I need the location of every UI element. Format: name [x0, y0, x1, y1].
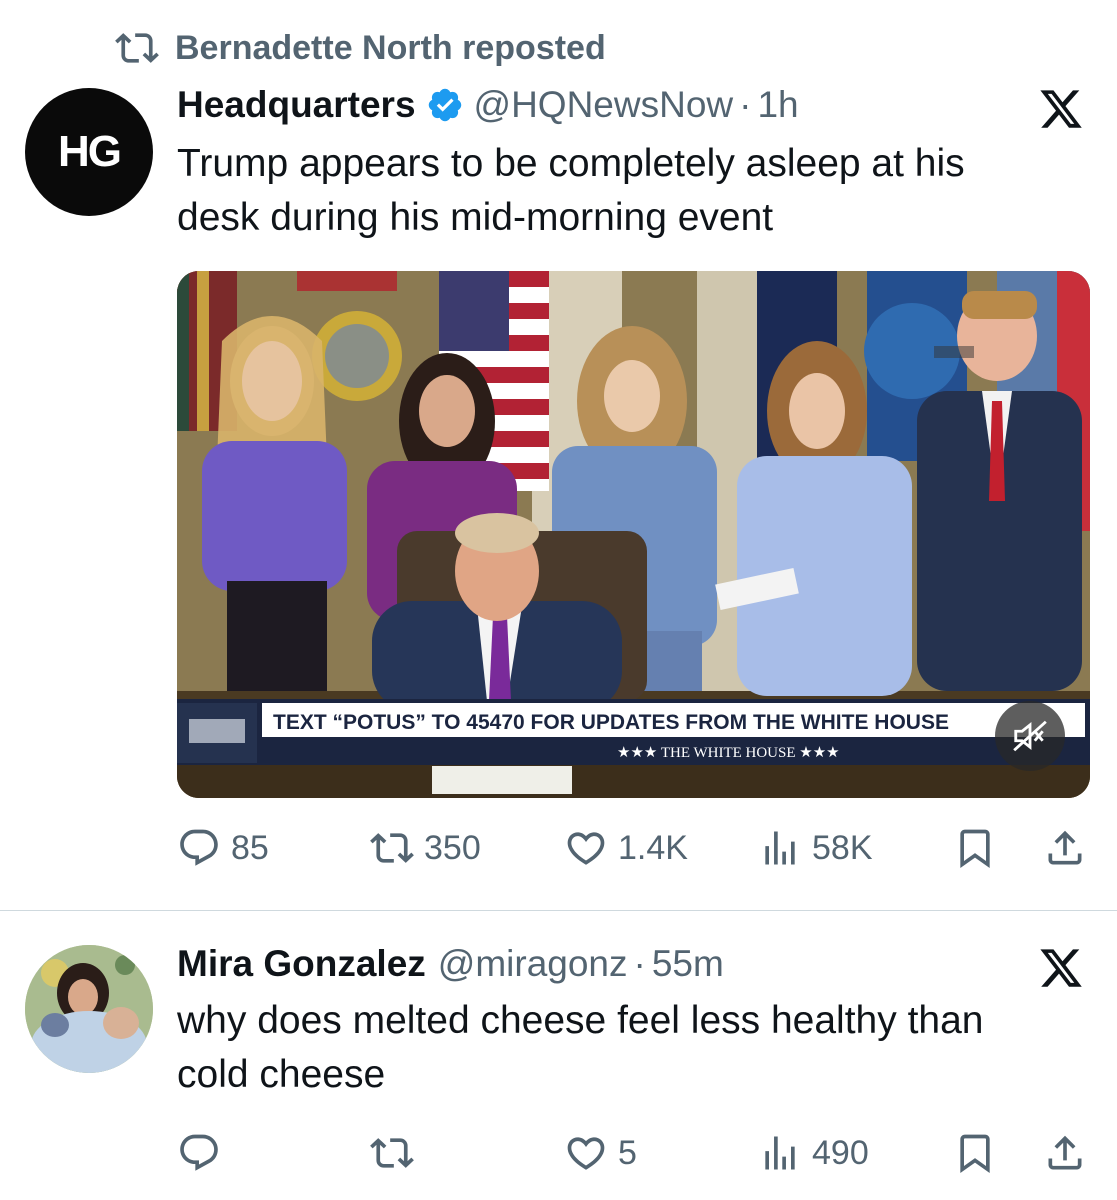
- tweet-header: Mira Gonzalez @miragonz · 55m: [177, 943, 724, 985]
- like-count: 5: [618, 1133, 637, 1172]
- tweet-text-line-2: cold cheese: [177, 1053, 386, 1096]
- share-icon[interactable]: [1043, 1131, 1087, 1175]
- tweet-text-line-2: desk during his mid-morning event: [177, 196, 774, 239]
- like-button[interactable]: 5: [564, 1131, 637, 1175]
- repost-header[interactable]: Bernadette North reposted: [115, 26, 606, 70]
- repost-count: 350: [424, 828, 481, 867]
- tweet-actions: 85 350 1.4K 58K: [0, 821, 1117, 875]
- tweet-timestamp[interactable]: 55m: [652, 943, 724, 985]
- author-name[interactable]: Mira Gonzalez: [177, 943, 426, 985]
- like-button[interactable]: 1.4K: [564, 826, 688, 870]
- views-button[interactable]: 490: [758, 1131, 869, 1175]
- repost-text: Bernadette North reposted: [175, 28, 606, 67]
- reply-button[interactable]: [177, 1131, 231, 1175]
- views-bar-chart-icon: [765, 831, 795, 865]
- tweet-divider: [0, 910, 1117, 911]
- video-banner-subtext: ★★★ THE WHITE HOUSE ★★★: [617, 745, 840, 761]
- tweet-actions: 5 490: [0, 1126, 1117, 1180]
- tweet-header: Headquarters @HQNewsNow · 1h: [177, 84, 799, 126]
- views-count: 490: [812, 1133, 869, 1172]
- repost-icon: [370, 833, 414, 863]
- repost-button[interactable]: [370, 1131, 424, 1175]
- video-frame: TEXT “POTUS” TO 45470 FOR UPDATES FROM T…: [177, 271, 1090, 798]
- bookmark-icon[interactable]: [953, 1131, 997, 1175]
- bookmark-icon[interactable]: [953, 826, 997, 870]
- avatar-logo-text: HG: [58, 127, 122, 176]
- heart-icon: [567, 1137, 605, 1170]
- tweet-timestamp[interactable]: 1h: [757, 84, 798, 126]
- x-logo-icon: [1040, 949, 1082, 987]
- reply-button[interactable]: 85: [177, 826, 269, 870]
- separator-dot: ·: [739, 84, 752, 125]
- avatar-photo: [25, 945, 153, 1073]
- tweet-text-line-1: why does melted cheese feel less healthy…: [177, 999, 984, 1042]
- repost-icon: [115, 33, 159, 63]
- like-count: 1.4K: [618, 828, 688, 867]
- repost-icon: [370, 1138, 414, 1168]
- x-logo-icon: [1040, 90, 1082, 128]
- muted-speaker-icon: [1013, 720, 1047, 752]
- author-name[interactable]: Headquarters: [177, 84, 416, 126]
- views-bar-chart-icon: [765, 1136, 795, 1170]
- tweet-text: Trump appears to be completely asleep at…: [177, 137, 965, 245]
- tweet-media-video[interactable]: TEXT “POTUS” TO 45470 FOR UPDATES FROM T…: [177, 271, 1090, 798]
- share-icon[interactable]: [1043, 826, 1087, 870]
- tweet-text-line-1: Trump appears to be completely asleep at…: [177, 142, 965, 185]
- mute-toggle-button[interactable]: [995, 701, 1065, 771]
- reply-icon: [180, 1134, 218, 1171]
- avatar-headquarters[interactable]: HG: [25, 88, 153, 216]
- views-button[interactable]: 58K: [758, 826, 873, 870]
- author-handle[interactable]: @miragonz: [438, 943, 628, 985]
- tweet-text: why does melted cheese feel less healthy…: [177, 994, 984, 1102]
- verified-badge-icon: [428, 88, 461, 122]
- heart-icon: [567, 832, 605, 865]
- reply-count: 85: [231, 828, 269, 867]
- repost-button[interactable]: 350: [370, 826, 481, 870]
- avatar-mira-gonzalez[interactable]: [25, 945, 153, 1073]
- video-banner-text: TEXT “POTUS” TO 45470 FOR UPDATES FROM T…: [273, 711, 949, 734]
- author-handle[interactable]: @HQNewsNow: [474, 84, 734, 126]
- separator-dot: ·: [633, 943, 646, 984]
- reply-icon: [180, 829, 218, 866]
- views-count: 58K: [812, 828, 873, 867]
